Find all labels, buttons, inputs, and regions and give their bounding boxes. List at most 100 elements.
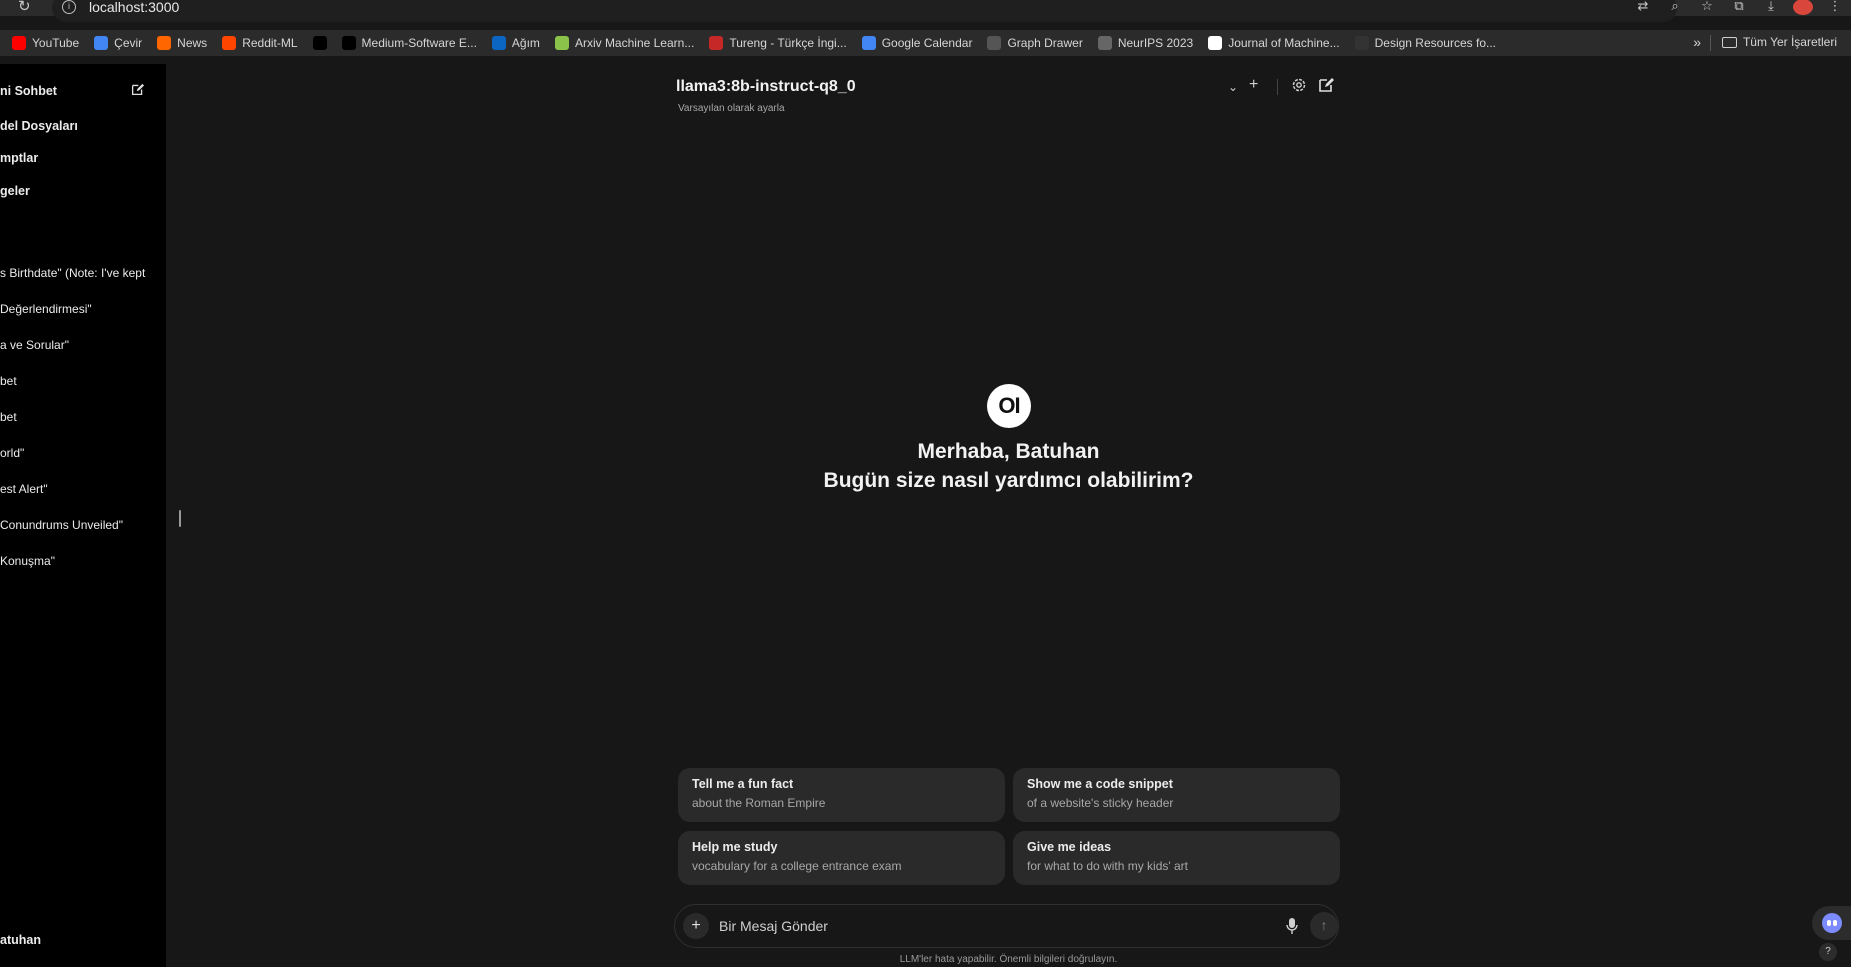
browser-address-bar: ↻ i localhost:3000 ⇄ ⌕ ☆ ⧉ ⤓ ⋮ (0, 0, 1851, 22)
bookmark-item[interactable]: Tureng - Türkçe İngi... (709, 36, 847, 50)
github-icon (1354, 36, 1369, 50)
browser-toolbar-icons: ⇄ ⌕ ☆ ⧉ ⤓ ⋮ (1627, 0, 1851, 16)
chat-history-item[interactable]: s Birthdate" (Note: I've kept (0, 266, 145, 280)
model-selector[interactable]: llama3:8b-instruct-q8_0 (676, 78, 856, 96)
downloads-icon[interactable]: ⤓ (1755, 0, 1787, 16)
bookmark-item[interactable]: NeurIPS 2023 (1097, 36, 1194, 50)
assistant-robot-widget[interactable] (1812, 906, 1851, 940)
reddit-icon (222, 36, 237, 50)
bookmark-label: Tureng - Türkçe İngi... (729, 36, 847, 50)
user-menu[interactable]: atuhan (0, 933, 41, 947)
bookmark-item[interactable]: YouTube (12, 36, 79, 50)
open-webui-app: ni Sohbet del Dosyaları mptlar geler s B… (0, 64, 1851, 967)
reload-icon[interactable]: ↻ (18, 0, 31, 15)
browser-menu-icon[interactable]: ⋮ (1819, 0, 1851, 16)
bookmark-item[interactable]: Design Resources fo... (1354, 36, 1496, 50)
suggestion-subtitle: for what to do with my kids' art (1027, 859, 1189, 873)
bookmark-label: YouTube (32, 36, 80, 50)
site-info-icon[interactable]: i (62, 0, 76, 14)
new-chat-edit-icon[interactable] (131, 83, 144, 96)
add-model-icon[interactable]: + (1249, 76, 1258, 94)
chat-history-item[interactable]: Conundrums Unveiled" (0, 518, 123, 532)
url-field[interactable] (52, 0, 1677, 22)
graph-icon (987, 36, 1002, 50)
suggestion-subtitle: vocabulary for a college entrance exam (692, 859, 902, 873)
greeting-prompt: Bugün size nasıl yardımcı olabilirim? (823, 469, 1194, 492)
new-chat-button[interactable]: ni Sohbet (0, 84, 57, 98)
profile-avatar[interactable] (1793, 0, 1813, 15)
suggestion-title: Give me ideas (1027, 840, 1112, 854)
sidebar-item-prompts[interactable]: mptlar (0, 151, 38, 165)
suggestion-card[interactable]: Show me a code snippet of a website's st… (1013, 768, 1340, 822)
bookmark-item[interactable]: Reddit-ML (222, 36, 298, 50)
suggestion-card[interactable]: Tell me a fun fact about the Roman Empir… (678, 768, 1005, 822)
chat-history-item[interactable]: bet (0, 374, 17, 388)
youtube-icon (12, 36, 26, 50)
chat-history-item[interactable]: bet (0, 410, 17, 424)
bookmark-label: Medium-Software E... (361, 36, 477, 50)
extensions-icon[interactable]: ⧉ (1723, 0, 1755, 16)
hacker-news-icon (157, 36, 172, 50)
all-bookmarks-button[interactable]: Tüm Yer İşaretleri (1721, 35, 1837, 49)
new-chat-icon[interactable] (1318, 77, 1334, 93)
disclaimer-text: LLM'ler hata yapabilir. Önemli bilgileri… (899, 954, 1118, 965)
chat-history-item[interactable]: orld" (0, 446, 24, 460)
suggestion-card[interactable]: Give me ideas for what to do with my kid… (1013, 831, 1340, 885)
translate-page-icon[interactable]: ⇄ (1627, 0, 1659, 16)
bookmark-label: Çevir (114, 36, 143, 50)
bookmark-item[interactable]: Çevir (94, 36, 142, 50)
calendar-icon (861, 36, 876, 50)
chat-main: llama3:8b-instruct-q8_0 Varsayılan olara… (166, 64, 1851, 967)
bookmark-item[interactable]: Google Calendar (861, 36, 973, 50)
bookmarks-bar: YouTube Çevir News Reddit-ML Medium-Software… (0, 30, 1851, 56)
bookmark-label: Google Calendar (881, 36, 973, 50)
chat-history-item[interactable]: Değerlendirmesi" (0, 302, 92, 316)
help-icon[interactable]: ? (1819, 943, 1837, 961)
more-bookmarks-icon[interactable]: » (1693, 34, 1701, 50)
suggestion-subtitle: about the Roman Empire (692, 796, 826, 810)
folder-icon (1721, 36, 1737, 48)
message-input[interactable]: Bir Mesaj Gönder (719, 918, 828, 934)
bookmark-label: Arxiv Machine Learn... (574, 36, 695, 50)
url-text[interactable]: localhost:3000 (89, 0, 179, 15)
open-webui-logo: OI (987, 384, 1031, 428)
message-input-box: + Bir Mesaj Gönder ↑ (674, 904, 1339, 948)
jmlr-icon (1208, 36, 1223, 50)
sidebar: ni Sohbet del Dosyaları mptlar geler s B… (0, 64, 166, 967)
bookmark-label: NeurIPS 2023 (1117, 36, 1194, 50)
bookmarks-divider (1710, 35, 1711, 51)
bookmark-label: Ağım (511, 36, 540, 50)
chat-history-item[interactable]: Konuşma" (0, 554, 55, 568)
set-default-link[interactable]: Varsayılan olarak ayarla (678, 103, 785, 114)
suggestion-title: Tell me a fun fact (692, 777, 794, 791)
bookmark-item[interactable]: News (157, 36, 207, 50)
linkedin-icon (491, 36, 506, 50)
star-bookmark-icon[interactable]: ☆ (1691, 0, 1723, 16)
gear-icon[interactable] (1291, 77, 1307, 93)
x-icon (312, 36, 327, 50)
suggestion-title: Help me study (692, 840, 778, 854)
microphone-icon[interactable] (1285, 917, 1299, 935)
chevron-down-icon[interactable]: ⌄ (1228, 80, 1238, 94)
sidebar-item-model-files[interactable]: del Dosyaları (0, 119, 78, 133)
chat-history-item[interactable]: est Alert" (0, 482, 48, 496)
attach-plus-button[interactable]: + (683, 913, 709, 939)
send-arrow-button[interactable]: ↑ (1310, 912, 1338, 940)
bookmark-item[interactable] (312, 36, 327, 50)
medium-icon (341, 36, 356, 50)
bookmark-label: Journal of Machine... (1228, 36, 1340, 50)
bookmark-item[interactable]: Ağım (491, 36, 540, 50)
neurips-icon (1097, 36, 1112, 50)
bookmark-label: Graph Drawer (1007, 36, 1083, 50)
chat-history-item[interactable]: a ve Sorular" (0, 338, 69, 352)
suggestion-card[interactable]: Help me study vocabulary for a college e… (678, 831, 1005, 885)
bookmark-item[interactable]: Graph Drawer (987, 36, 1083, 50)
bookmark-item[interactable]: Arxiv Machine Learn... (554, 36, 695, 50)
header-divider (1277, 79, 1278, 95)
sidebar-item-documents[interactable]: geler (0, 184, 30, 198)
all-bookmarks-label: Tüm Yer İşaretleri (1742, 35, 1837, 49)
bookmark-label: Design Resources fo... (1374, 36, 1496, 50)
bookmark-item[interactable]: Journal of Machine... (1208, 36, 1340, 50)
zoom-icon[interactable]: ⌕ (1659, 0, 1691, 16)
bookmark-item[interactable]: Medium-Software E... (341, 36, 477, 50)
